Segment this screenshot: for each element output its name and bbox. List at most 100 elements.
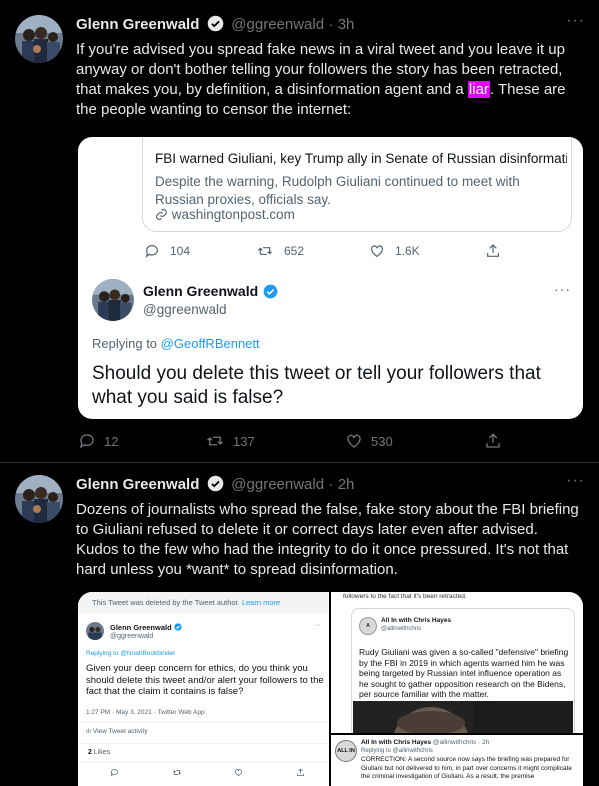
reply-icon	[110, 769, 118, 777]
author-handle[interactable]: @ggreenwald	[231, 16, 324, 33]
retweet-icon	[257, 247, 273, 255]
allin-logo: ALL IN	[335, 740, 357, 762]
verified-badge-icon	[207, 475, 224, 498]
small-tweet-meta: 1:27 PM · May 3, 2021 · Twitter Web App	[86, 709, 205, 716]
bottom-name: All In with Chris Hayes	[361, 739, 432, 746]
meta-divider	[78, 743, 329, 744]
avatar[interactable]	[15, 475, 63, 523]
divider	[0, 462, 599, 463]
separator-dot: ·	[328, 476, 338, 493]
quoted-avatar[interactable]	[92, 279, 134, 321]
link-domain-row: washingtonpost.com	[155, 207, 295, 224]
quoted-author-handle[interactable]: @ggreenwald	[143, 302, 227, 317]
share-action[interactable]	[484, 432, 502, 450]
tweet-time[interactable]: 3h	[338, 16, 355, 33]
separator-dot: ·	[328, 16, 338, 33]
tweet-text: If you're advised you spread fake news i…	[76, 40, 576, 120]
small-tweet-text: Given your deep concern for ethics, do y…	[86, 663, 324, 697]
replying-label: Replying to	[92, 336, 158, 351]
retweet-icon	[172, 770, 181, 775]
image-right-bottom[interactable]: ALL IN All In with Chris Hayes @allinwit…	[331, 735, 583, 786]
small-name-row: Glenn Greenwald	[110, 623, 182, 633]
author-name[interactable]: Glenn Greenwald	[76, 476, 199, 493]
tweet-text: Dozens of journalists who spread the fal…	[76, 501, 579, 578]
verified-badge-icon	[207, 15, 224, 38]
more-options-icon[interactable]: ···	[554, 281, 571, 297]
retweet-action[interactable]: 652	[256, 243, 304, 259]
inner-text: Rudy Giuliani was given a so-called "def…	[359, 647, 569, 699]
reply-count: 104	[170, 244, 191, 258]
avatar[interactable]	[15, 15, 63, 63]
embedded-image[interactable]: FBI warned Giuliani, key Trump ally in S…	[78, 137, 583, 419]
bottom-handle: @allinwithchris · 2h	[432, 739, 490, 746]
bottom-replying: Replying to @allinwithchris	[361, 748, 433, 754]
heart-icon	[235, 769, 243, 776]
heart-icon	[371, 245, 383, 258]
link-domain: washingtonpost.com	[171, 207, 295, 222]
meta-divider	[78, 762, 329, 763]
bottom-text: CORRECTION: A second source now says the…	[361, 756, 572, 780]
quoted-tweet-text: Should you delete this tweet or tell you…	[92, 363, 541, 408]
allin-logo-icon: A	[359, 617, 377, 635]
deleted-notice-bar: This Tweet was deleted by the Tweet auth…	[78, 592, 329, 614]
heart-icon	[347, 434, 361, 448]
likes-count: 2	[88, 749, 92, 756]
small-replying: Replying to @NoahBookbinder	[86, 650, 176, 657]
small-author-name: Glenn Greenwald	[110, 623, 172, 632]
quoted-name-row: Glenn Greenwald	[143, 283, 278, 304]
image-left[interactable]: This Tweet was deleted by the Tweet auth…	[78, 592, 329, 786]
link-description: Despite the warning, Rudolph Giuliani co…	[155, 174, 520, 207]
share-action[interactable]	[485, 243, 501, 259]
more-options-icon[interactable]: ···	[566, 472, 585, 490]
reply-count: 12	[104, 433, 119, 449]
likes-label: Likes	[93, 749, 111, 756]
bottom-name-row: All In with Chris Hayes @allinwithchris …	[361, 739, 489, 746]
activity-icon: ılı	[86, 728, 93, 735]
reply-action[interactable]: 104	[144, 243, 190, 259]
reply-action[interactable]: 12	[78, 432, 118, 450]
share-icon	[486, 433, 500, 448]
top-text: followers to the fact that it's been ret…	[343, 593, 467, 600]
link-icon	[155, 208, 168, 224]
like-count: 1.6K	[395, 244, 420, 258]
retweet-count: 652	[284, 244, 305, 258]
deleted-notice: This Tweet was deleted by the Tweet auth…	[92, 598, 240, 607]
replying-to-handle[interactable]: @GeoffRBennett	[161, 336, 260, 351]
retweet-action[interactable]: 137	[205, 432, 255, 450]
quoted-author-name[interactable]: Glenn Greenwald	[143, 283, 258, 299]
image-right-top[interactable]: followers to the fact that it's been ret…	[331, 592, 583, 733]
image-grid: This Tweet was deleted by the Tweet auth…	[78, 592, 583, 786]
inner-card: A All In with Chris Hayes @allinwithchri…	[351, 608, 575, 733]
view-activity-row: ılı View Tweet activity	[86, 728, 148, 735]
like-action[interactable]: 530	[345, 432, 393, 450]
likes-row: 2 Likes	[88, 749, 110, 756]
share-icon	[487, 244, 499, 257]
like-action[interactable]: 1.6K	[369, 243, 420, 259]
link-title: FBI warned Giuliani, key Trump ally in S…	[155, 151, 567, 166]
inner-name: All In with Chris Hayes	[381, 617, 452, 624]
author-handle[interactable]: @ggreenwald	[231, 476, 324, 493]
retweet-icon	[207, 436, 223, 446]
more-options-icon: ···	[314, 622, 321, 629]
more-options-icon[interactable]: ···	[566, 12, 585, 30]
verified-badge-icon	[263, 284, 278, 304]
link-card[interactable]: FBI warned Giuliani, key Trump ally in S…	[142, 137, 572, 232]
small-actions	[110, 768, 305, 777]
tweet-header: Glenn Greenwald @ggreenwald · 2h	[76, 475, 354, 495]
learn-more-link[interactable]: Learn more	[242, 598, 280, 607]
like-count: 530	[371, 433, 393, 449]
inner-handle: @allinwithchris	[381, 626, 422, 632]
small-author-handle: @ggreenwald	[110, 633, 154, 640]
verified-badge-icon	[174, 623, 182, 633]
news-photo	[353, 701, 573, 733]
tweet-header: Glenn Greenwald @ggreenwald · 3h	[76, 15, 354, 35]
tweet-time[interactable]: 2h	[338, 476, 355, 493]
replying-to: Replying to @GeoffRBennett	[92, 336, 260, 351]
highlighted-word: liar	[467, 81, 490, 98]
small-avatar[interactable]	[86, 622, 104, 640]
retweet-count: 137	[233, 433, 255, 449]
share-icon	[297, 768, 304, 776]
author-name[interactable]: Glenn Greenwald	[76, 16, 199, 33]
reply-icon	[79, 434, 94, 449]
view-activity: View Tweet activity	[92, 728, 148, 735]
